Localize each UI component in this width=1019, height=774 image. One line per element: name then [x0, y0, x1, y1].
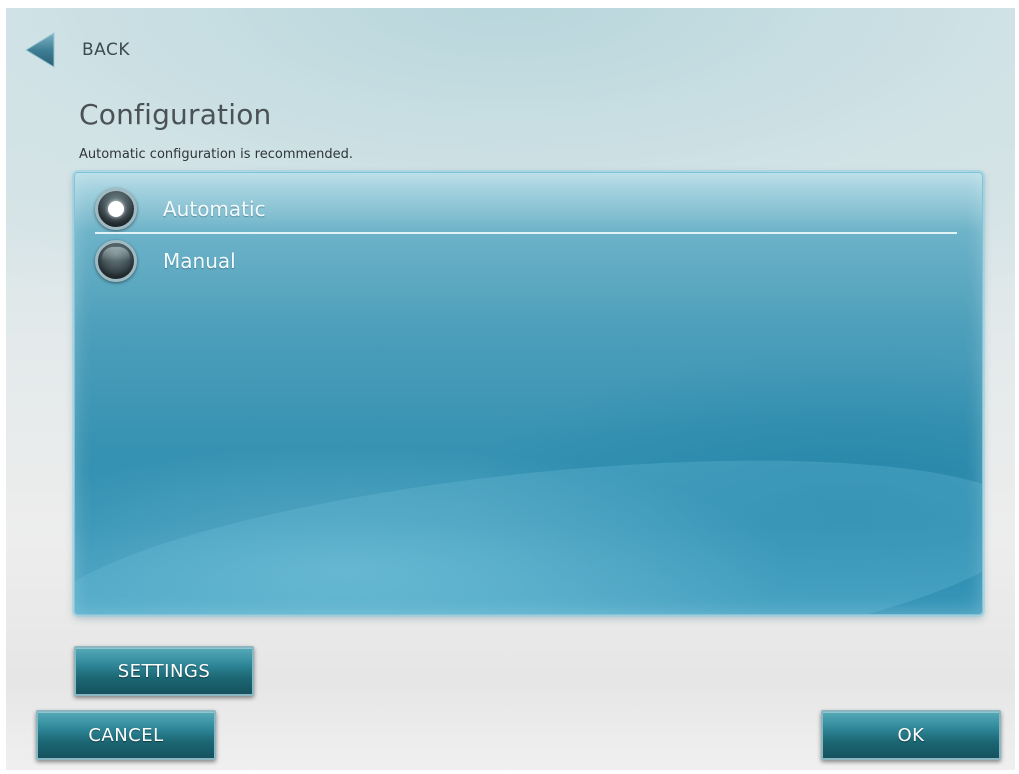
option-automatic-label: Automatic — [163, 197, 266, 221]
page-title: Configuration — [79, 98, 272, 131]
option-automatic[interactable]: Automatic — [95, 187, 957, 231]
option-manual-label: Manual — [163, 249, 236, 273]
ok-button[interactable]: OK — [821, 710, 1001, 760]
screen-frame-bottom — [0, 770, 1019, 774]
option-divider — [95, 232, 957, 234]
page-subtitle: Automatic configuration is recommended. — [79, 147, 354, 162]
automatic-radio[interactable] — [95, 188, 137, 230]
settings-button[interactable]: SETTINGS — [74, 646, 254, 696]
back-arrow-icon — [25, 32, 55, 68]
back-button[interactable]: BACK — [24, 30, 130, 70]
cancel-button[interactable]: CANCEL — [36, 710, 216, 760]
screen-frame-right — [1015, 0, 1019, 774]
back-label: BACK — [82, 40, 131, 60]
option-manual[interactable]: Manual — [95, 239, 957, 283]
screen-frame-top — [0, 0, 1019, 8]
panel-wave — [75, 421, 982, 614]
manual-radio[interactable] — [95, 240, 137, 282]
screen-frame-left — [0, 0, 6, 774]
configuration-options-panel: Automatic Manual — [74, 172, 983, 615]
